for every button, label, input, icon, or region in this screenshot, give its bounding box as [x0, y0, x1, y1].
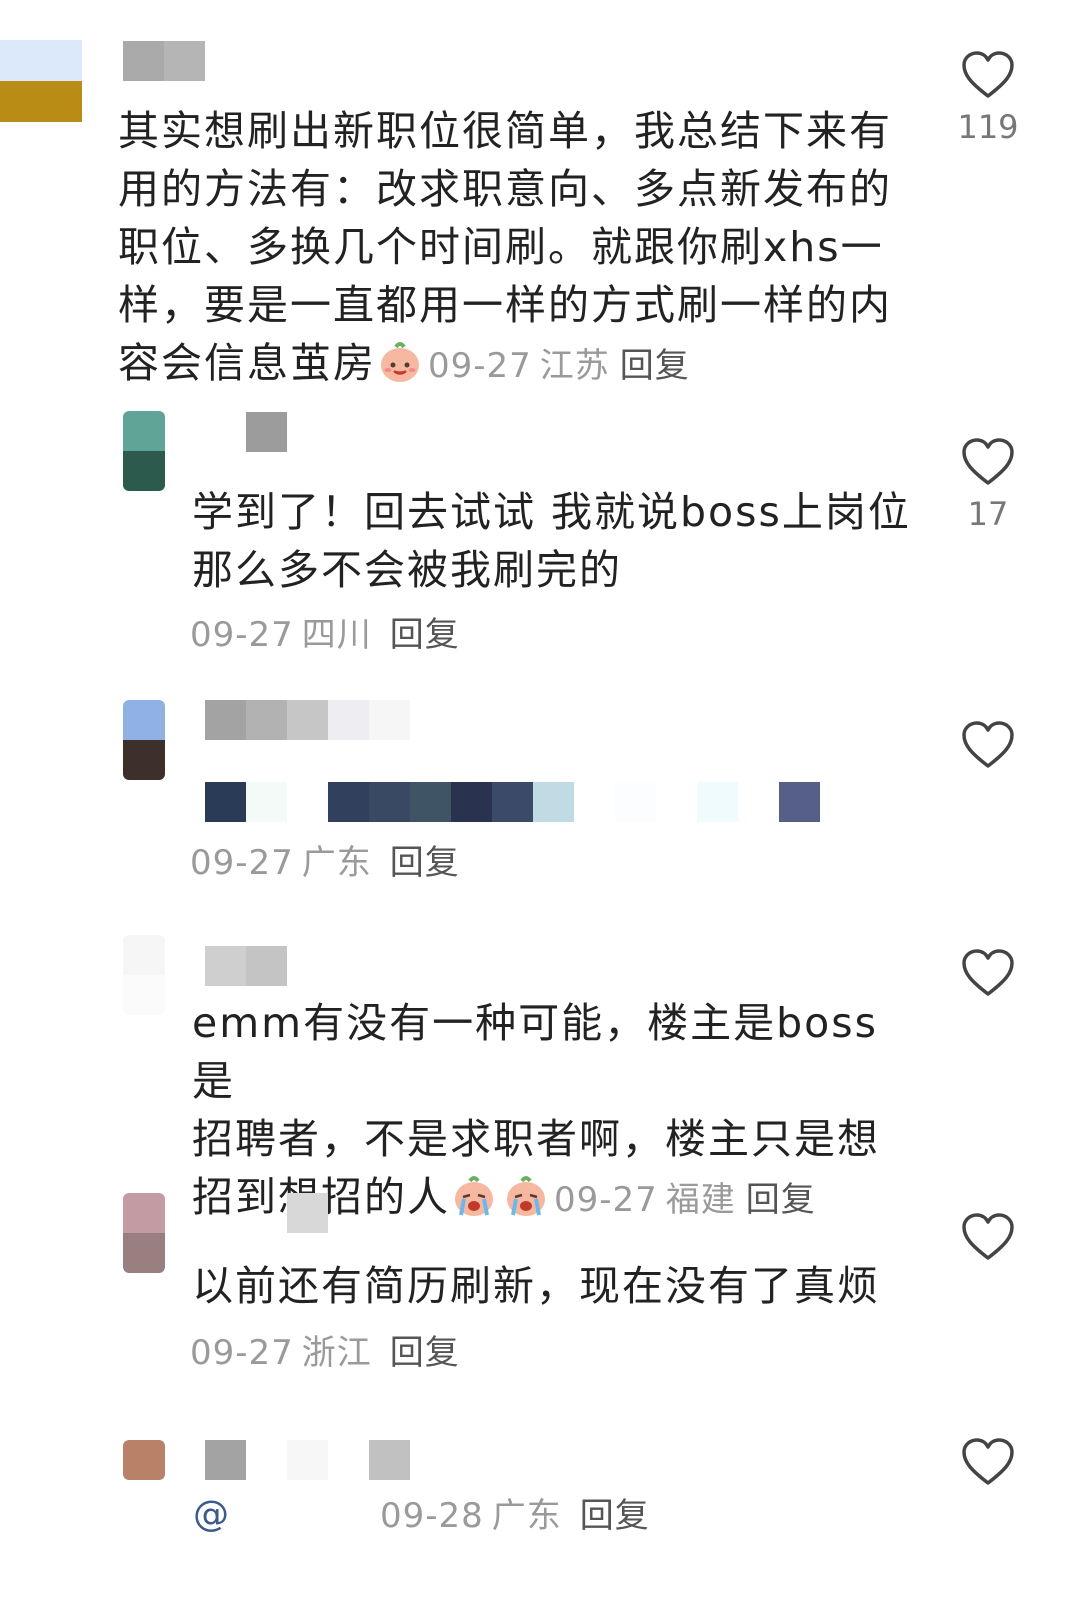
like-button[interactable]: 17 — [955, 437, 1021, 533]
comment-meta: 09-28 广东 回复 — [380, 1496, 650, 1536]
avatar[interactable] — [0, 40, 82, 122]
heart-icon — [962, 1438, 1014, 1485]
like-button[interactable] — [955, 948, 1021, 998]
avatar[interactable] — [123, 411, 165, 491]
avatar-bottom — [123, 975, 165, 1015]
comment-region: 四川 — [301, 615, 372, 655]
heart-icon — [962, 949, 1014, 996]
username-blurred[interactable] — [123, 41, 205, 81]
comment-date: 09-28 — [380, 1496, 484, 1536]
comment-meta: 09-27 浙江 回复 — [190, 1333, 460, 1373]
avatar-bottom — [0, 81, 82, 122]
like-count: 119 — [957, 108, 1019, 146]
username-blurred[interactable] — [205, 700, 410, 740]
reply-button[interactable]: 回复 — [620, 346, 690, 386]
avatar-top — [123, 411, 165, 451]
comment-region: 福建 — [665, 1180, 736, 1220]
avatar[interactable] — [123, 1193, 165, 1273]
avatar[interactable] — [123, 935, 165, 1015]
avatar[interactable] — [123, 700, 165, 780]
avatar-top — [123, 935, 165, 975]
avatar-bottom — [123, 451, 165, 491]
comment-region: 江苏 — [539, 346, 610, 386]
avatar-bottom — [123, 1233, 165, 1273]
avatar-bottom — [123, 740, 165, 780]
heart-icon — [962, 438, 1014, 485]
avatar-top — [123, 1193, 165, 1233]
username-blurred[interactable] — [287, 1193, 328, 1233]
like-button[interactable] — [955, 720, 1021, 770]
comment-meta: 09-27 广东 回复 — [190, 843, 460, 883]
avatar-top — [123, 1440, 165, 1460]
comment-date: 09-27 — [190, 843, 294, 883]
comment-region: 广东 — [491, 1496, 562, 1536]
crying-peach-emoji — [507, 1176, 545, 1216]
username-blurred[interactable] — [205, 1440, 410, 1480]
like-button[interactable] — [955, 1437, 1021, 1487]
comment-date: 09-27 — [554, 1180, 658, 1220]
heart-icon — [962, 721, 1014, 768]
like-count: 17 — [967, 495, 1009, 533]
reply-button[interactable]: 回复 — [390, 615, 460, 655]
avatar-bottom — [123, 1460, 165, 1480]
like-button[interactable]: 119 — [955, 50, 1021, 146]
avatar[interactable] — [123, 1440, 165, 1480]
comment-region: 广东 — [301, 843, 372, 883]
avatar-top — [0, 40, 82, 81]
username-blurred[interactable] — [205, 946, 287, 986]
username-blurred[interactable] — [246, 412, 287, 452]
heart-icon — [962, 51, 1014, 98]
mention-at-symbol[interactable]: @ — [193, 1494, 229, 1535]
reply-button[interactable]: 回复 — [390, 843, 460, 883]
reply-button[interactable]: 回复 — [746, 1180, 816, 1220]
heart-icon — [962, 1213, 1014, 1260]
comment-text: 其实想刷出新职位很简单，我总结下来有 用的方法有：改求职意向、多点新发布的 职位… — [118, 107, 892, 387]
comment-meta: 09-27 四川 回复 — [190, 615, 460, 655]
smiling-peach-emoji — [381, 342, 419, 382]
comment-text: 以前还有简历刷新，现在没有了真烦 — [192, 1262, 880, 1310]
like-button[interactable] — [955, 1212, 1021, 1262]
avatar-top — [123, 700, 165, 740]
comment-region: 浙江 — [301, 1333, 372, 1373]
reply-button[interactable]: 回复 — [390, 1333, 460, 1373]
comment-date: 09-27 — [428, 346, 532, 386]
reply-button[interactable]: 回复 — [580, 1496, 650, 1536]
comment-date: 09-27 — [190, 1333, 294, 1373]
comment-text: 学到了！回去试试 我就说boss上岗位 那么多不会被我刷完的 — [192, 488, 911, 594]
comment-date: 09-27 — [190, 615, 294, 655]
comment-text-blurred — [205, 782, 820, 822]
crying-peach-emoji — [455, 1176, 493, 1216]
